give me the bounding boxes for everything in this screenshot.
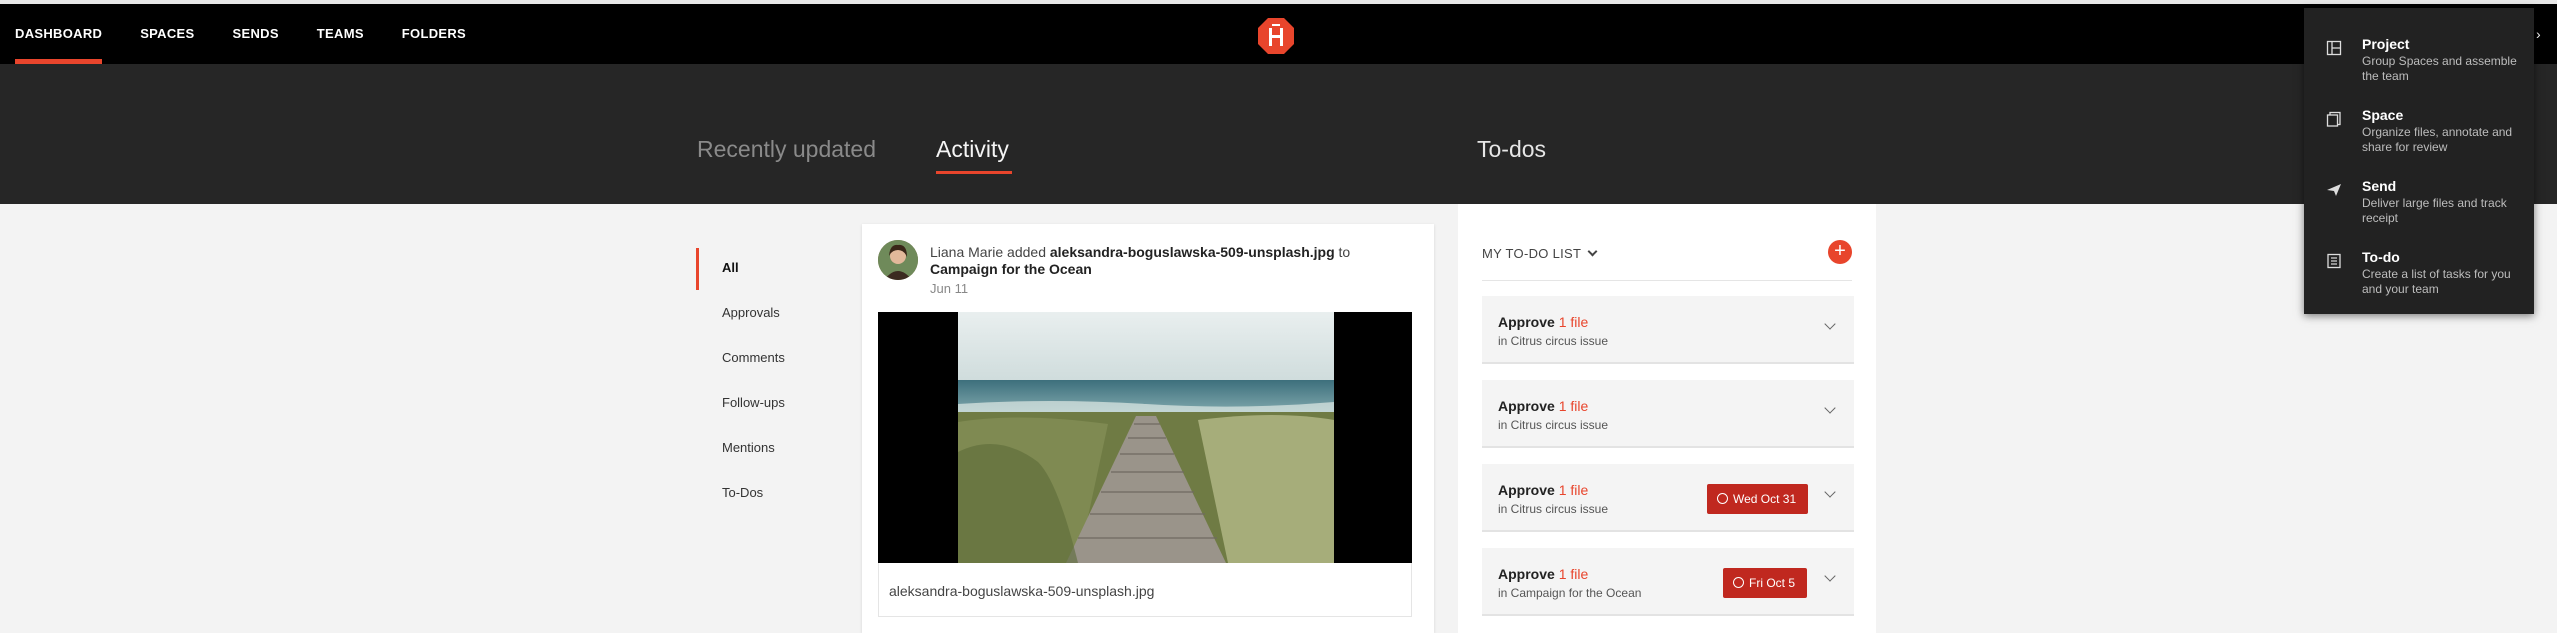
active-filter-indicator	[696, 248, 699, 290]
menu-item-description: Create a list of tasks for you and your …	[2362, 267, 2511, 296]
hightail-logo-icon[interactable]	[1256, 16, 1296, 56]
nav-sends[interactable]: SENDS	[233, 4, 279, 64]
todo-item[interactable]: Approve 1 file in Citrus circus issue	[1482, 380, 1854, 448]
beach-boardwalk-image	[958, 312, 1334, 563]
chevron-down-icon[interactable]	[1824, 570, 1836, 582]
todo-action: Approve	[1498, 482, 1555, 498]
chevron-down-icon	[1587, 246, 1598, 257]
filter-approvals[interactable]: Approvals	[722, 305, 780, 320]
top-navigation-bar: DASHBOARD SPACES SENDS TEAMS FOLDERS ›	[0, 0, 2557, 64]
project-icon	[2326, 40, 2342, 56]
todo-item[interactable]: Approve 1 file in Campaign for the Ocean…	[1482, 548, 1854, 616]
filter-follow-ups[interactable]: Follow-ups	[722, 395, 785, 410]
activity-user[interactable]: Liana Marie	[930, 244, 1003, 260]
todo-icon	[2327, 253, 2341, 269]
nav-spaces[interactable]: SPACES	[140, 4, 194, 64]
filter-todos[interactable]: To-Dos	[722, 485, 763, 500]
todo-item[interactable]: Approve 1 file in Citrus circus issue	[1482, 296, 1854, 364]
todo-action: Approve	[1498, 566, 1555, 582]
todo-item[interactable]: Approve 1 file in Citrus circus issue We…	[1482, 464, 1854, 532]
create-menu: Project Group Spaces and assemble the te…	[2304, 8, 2534, 314]
activity-date: Jun 11	[930, 281, 969, 296]
todo-count: 1 file	[1558, 482, 1589, 498]
tab-todos[interactable]: To-dos	[1477, 136, 1546, 163]
nav-dashboard[interactable]: DASHBOARD	[15, 4, 103, 64]
menu-item-description: Group Spaces and assemble the team	[2362, 54, 2517, 83]
todo-action: Approve	[1498, 398, 1555, 414]
chevron-down-icon[interactable]	[1824, 486, 1836, 498]
menu-item-title: Send	[2362, 178, 2397, 194]
create-send-item[interactable]: Send Deliver large files and track recei…	[2304, 170, 2534, 240]
due-date: Wed Oct 31	[1733, 492, 1797, 506]
todo-panel: MY TO-DO LIST + Approve 1 file in Citrus…	[1458, 204, 1876, 633]
filter-comments[interactable]: Comments	[722, 350, 785, 365]
chevron-down-icon[interactable]	[1824, 318, 1836, 330]
main-nav: DASHBOARD SPACES SENDS TEAMS FOLDERS	[15, 4, 466, 64]
clock-icon	[1733, 577, 1744, 588]
nav-folders[interactable]: FOLDERS	[402, 4, 466, 64]
todo-list-title: MY TO-DO LIST	[1482, 246, 1582, 261]
activity-verb: added	[1007, 244, 1046, 260]
create-space-item[interactable]: Space Organize files, annotate and share…	[2304, 99, 2534, 169]
account-edge-icon[interactable]: ›	[2536, 26, 2548, 46]
send-icon	[2327, 184, 2341, 196]
activity-file-link[interactable]: aleksandra-boguslawska-509-unsplash.jpg	[1050, 244, 1335, 260]
space-icon	[2326, 111, 2341, 127]
menu-item-title: Project	[2362, 36, 2410, 52]
menu-item-description: Organize files, annotate and share for r…	[2362, 125, 2513, 154]
menu-item-title: To-do	[2362, 249, 2400, 265]
todo-location: in Citrus circus issue	[1498, 502, 1609, 516]
todo-count: 1 file	[1558, 398, 1589, 414]
todo-count: 1 file	[1558, 314, 1589, 330]
active-tab-indicator	[936, 171, 1012, 174]
todo-title: Approve 1 file	[1498, 314, 1588, 330]
file-name[interactable]: aleksandra-boguslawska-509-unsplash.jpg	[889, 583, 1154, 599]
activity-description: Liana Marie added aleksandra-boguslawska…	[930, 244, 1410, 278]
todo-location: in Citrus circus issue	[1498, 334, 1609, 348]
clock-icon	[1717, 493, 1728, 504]
activity-card: Liana Marie added aleksandra-boguslawska…	[862, 224, 1434, 633]
tab-activity[interactable]: Activity	[936, 136, 1009, 163]
menu-item-description: Deliver large files and track receipt	[2362, 196, 2507, 225]
todo-location: in Campaign for the Ocean	[1498, 586, 1642, 600]
todo-list-selector[interactable]: MY TO-DO LIST	[1482, 246, 1598, 261]
todo-count: 1 file	[1558, 566, 1589, 582]
todo-title: Approve 1 file	[1498, 398, 1588, 414]
file-caption: aleksandra-boguslawska-509-unsplash.jpg	[878, 563, 1412, 617]
due-date-badge[interactable]: Wed Oct 31	[1707, 484, 1809, 514]
todo-action: Approve	[1498, 314, 1555, 330]
due-date: Fri Oct 5	[1749, 576, 1796, 590]
filter-all[interactable]: All	[722, 260, 739, 275]
menu-item-title: Space	[2362, 107, 2404, 123]
todo-title: Approve 1 file	[1498, 482, 1588, 498]
due-date-badge[interactable]: Fri Oct 5	[1723, 568, 1808, 598]
activity-preposition: to	[1338, 244, 1351, 260]
activity-space-link[interactable]: Campaign for the Ocean	[930, 261, 1092, 277]
tab-recently-updated[interactable]: Recently updated	[697, 136, 876, 163]
chevron-down-icon[interactable]	[1824, 402, 1836, 414]
todo-location: in Citrus circus issue	[1498, 418, 1609, 432]
todo-title: Approve 1 file	[1498, 566, 1588, 582]
file-preview[interactable]	[878, 312, 1412, 563]
dashboard-tabs-header	[0, 64, 2557, 204]
avatar[interactable]	[878, 240, 918, 280]
add-todo-button[interactable]: +	[1828, 240, 1852, 264]
filter-mentions[interactable]: Mentions	[722, 440, 775, 455]
divider	[1482, 280, 1852, 281]
create-project-item[interactable]: Project Group Spaces and assemble the te…	[2304, 28, 2534, 98]
create-todo-item[interactable]: To-do Create a list of tasks for you and…	[2304, 241, 2534, 311]
nav-teams[interactable]: TEAMS	[317, 4, 364, 64]
